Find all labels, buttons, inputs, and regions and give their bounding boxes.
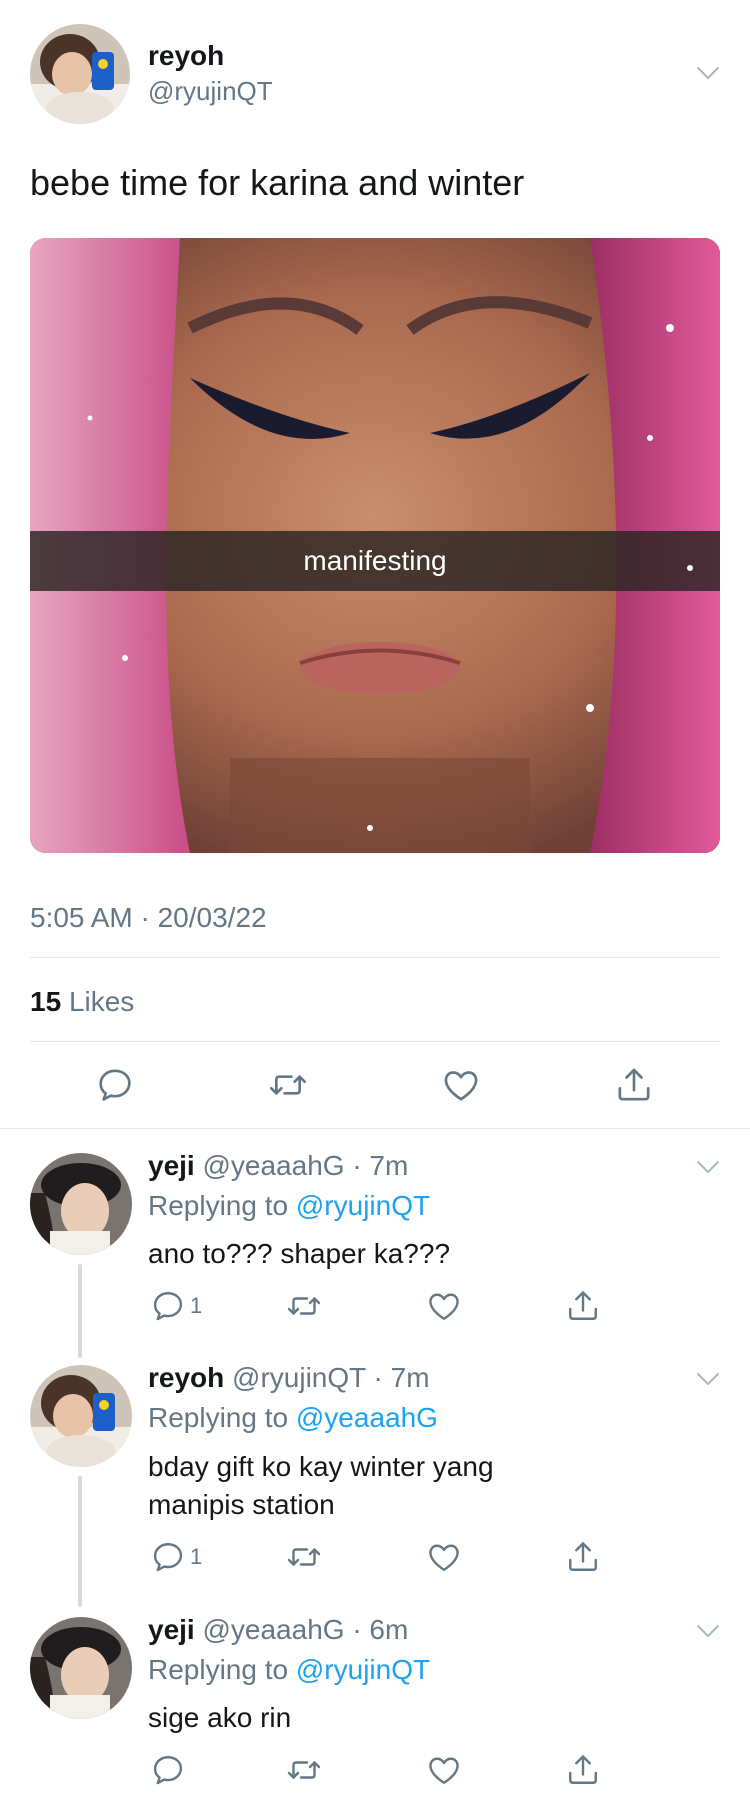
reply-count: 1 [190,1544,203,1569]
reply-header: reyoh @ryujinQT · 7m [148,1362,430,1394]
like-icon [441,1065,481,1105]
share-button[interactable] [565,1539,601,1575]
reply-button[interactable]: 1 [150,1539,202,1575]
chevron-down-icon[interactable] [696,1160,720,1179]
reply-text: sige ako rin [148,1702,292,1733]
image-caption: manifesting [303,545,447,576]
retweet-icon [286,1539,322,1575]
reply-button[interactable]: 1 [150,1288,202,1324]
replying-to: Replying to @ryujinQT [148,1190,430,1222]
reply-count: 1 [190,1293,203,1318]
mention-link[interactable]: @ryujinQT [296,1654,430,1685]
reply-button[interactable] [95,1065,135,1105]
share-icon [565,1288,601,1324]
avatar[interactable] [30,24,130,124]
handle-time[interactable]: @yeaaahG · 7m [202,1150,408,1181]
thread-line [78,1476,82,1607]
likes-count: 15 [30,986,62,1017]
handle[interactable]: @ryujinQT [148,76,273,107]
display-name[interactable]: reyoh [148,40,224,72]
avatar[interactable] [30,1153,132,1255]
tweet-text: bebe time for karina and winter [30,162,525,203]
timestamp: 5:05 AM · 20/03/22 [30,902,267,933]
chevron-down-icon[interactable] [696,66,720,85]
retweet-button[interactable] [286,1288,322,1324]
reply-icon [150,1288,186,1324]
divider [30,957,720,958]
tweet-image[interactable]: manifesting [30,238,720,853]
likes-label: Likes [68,986,135,1017]
display-name[interactable]: yeji [148,1150,195,1181]
retweet-button[interactable] [286,1752,322,1788]
like-icon [426,1752,462,1788]
replying-to: Replying to @ryujinQT [148,1654,430,1686]
retweet-icon [268,1065,308,1105]
share-button[interactable] [614,1065,654,1105]
chevron-down-icon[interactable] [696,1624,720,1643]
replying-prefix: Replying to [148,1654,289,1685]
reply-text: manipis station [148,1489,335,1520]
display-name[interactable]: yeji [148,1614,195,1645]
display-name[interactable]: reyoh [148,1362,224,1393]
replying-prefix: Replying to [148,1402,289,1433]
avatar[interactable] [30,1365,132,1467]
like-button[interactable] [426,1288,462,1324]
share-icon [614,1065,654,1105]
share-button[interactable] [565,1288,601,1324]
reply-header: yeji @yeaaahG · 7m [148,1150,408,1182]
retweet-icon [286,1752,322,1788]
thread-line [78,1264,82,1358]
handle-time[interactable]: @ryujinQT · 7m [232,1362,430,1393]
divider [30,1041,720,1042]
retweet-button[interactable] [268,1065,308,1105]
chevron-down-icon[interactable] [696,1372,720,1391]
divider [0,1128,750,1129]
avatar[interactable] [30,1617,132,1719]
reply-text: bday gift ko kay winter yang [148,1451,494,1482]
mention-link[interactable]: @ryujinQT [296,1190,430,1221]
replying-to: Replying to @yeaaahG [148,1402,438,1434]
mention-link[interactable]: @yeaaahG [296,1402,438,1433]
retweet-button[interactable] [286,1539,322,1575]
share-icon [565,1752,601,1788]
reply-header: yeji @yeaaahG · 6m [148,1614,408,1646]
like-icon [426,1539,462,1575]
handle-time[interactable]: @yeaaahG · 6m [202,1614,408,1645]
likes-summary[interactable]: 15 Likes [30,986,134,1018]
like-button[interactable] [426,1539,462,1575]
like-button[interactable] [426,1752,462,1788]
reply-icon [150,1752,186,1788]
share-icon [565,1539,601,1575]
like-icon [426,1288,462,1324]
share-button[interactable] [565,1752,601,1788]
reply-icon [150,1539,186,1575]
like-button[interactable] [441,1065,481,1105]
reply-text: ano to??? shaper ka??? [148,1238,451,1269]
reply-button[interactable] [150,1752,186,1788]
replying-prefix: Replying to [148,1190,289,1221]
retweet-icon [286,1288,322,1324]
reply-icon [95,1065,135,1105]
